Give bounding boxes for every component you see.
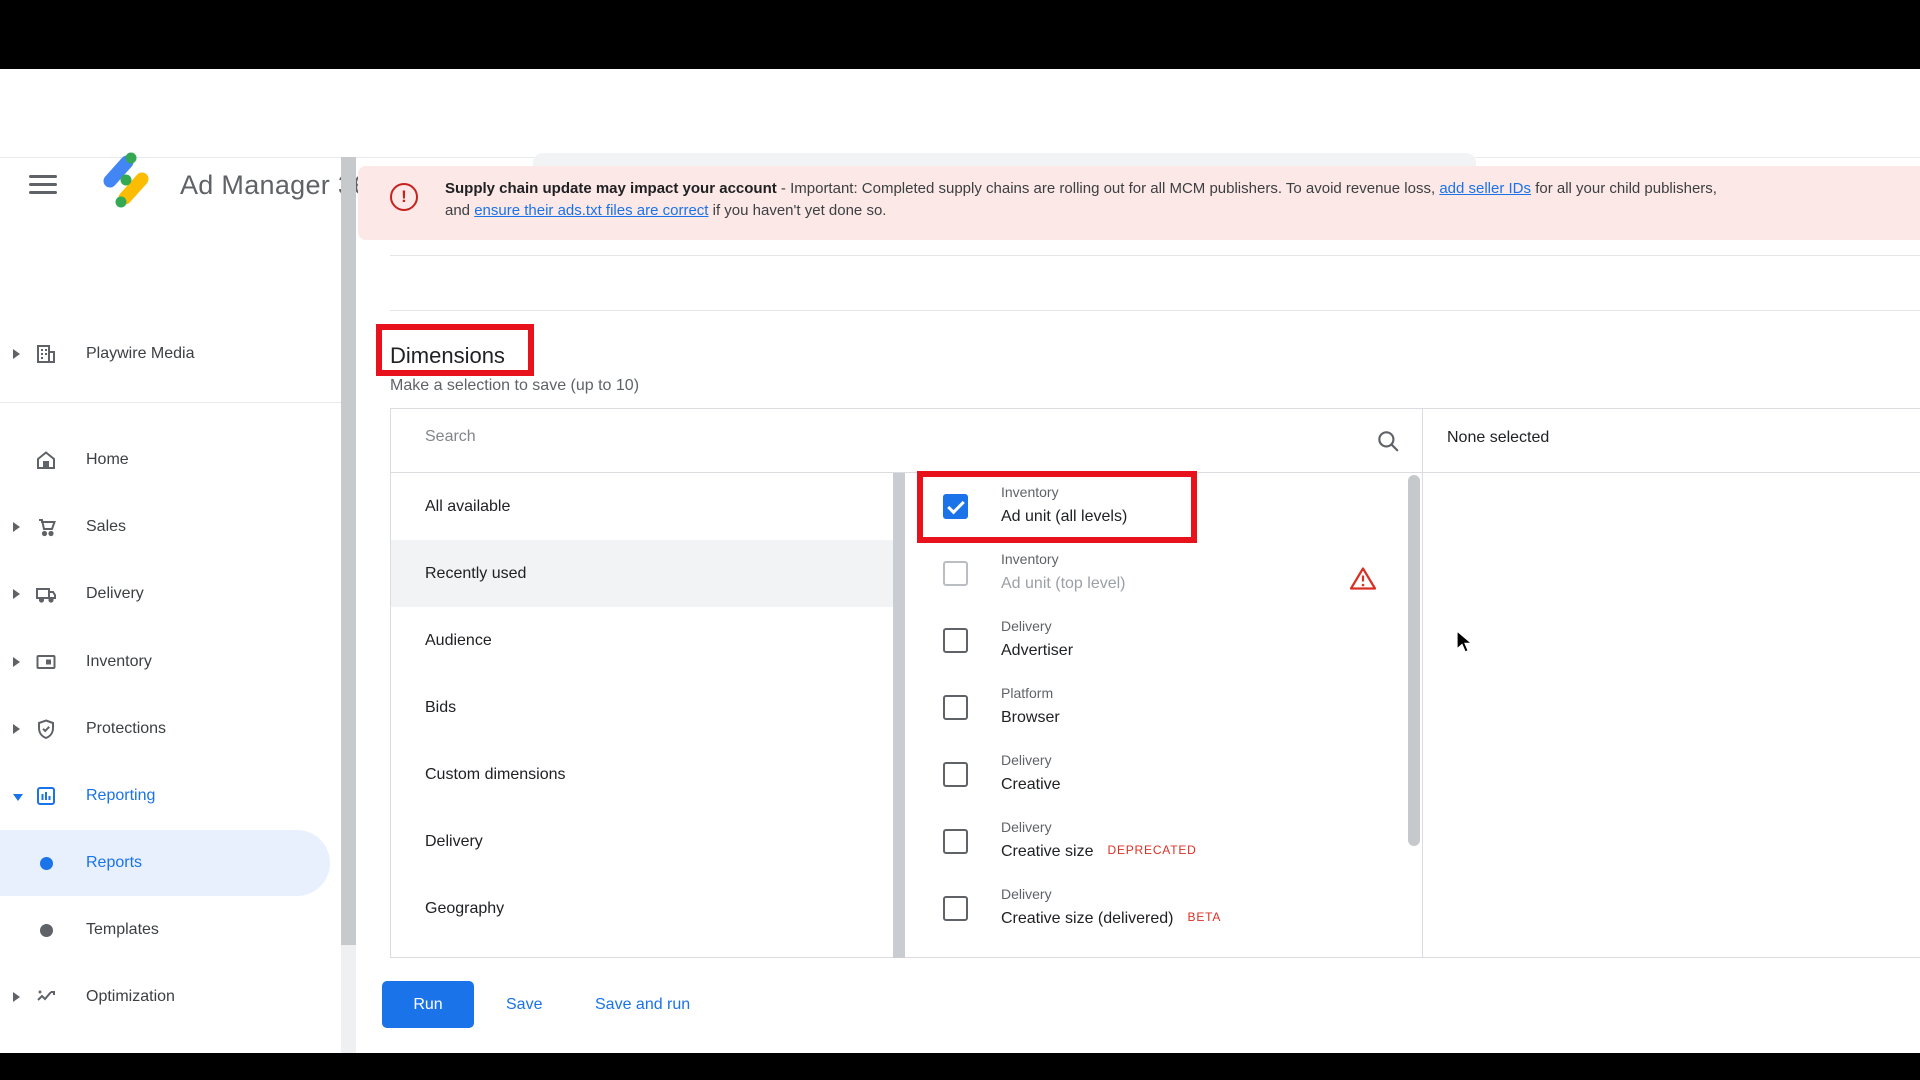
sidebar-item-delivery[interactable]: Delivery — [0, 566, 341, 622]
checkbox-icon[interactable] — [943, 561, 968, 586]
save-button[interactable]: Save — [506, 981, 542, 1028]
checkbox-icon[interactable] — [943, 762, 968, 787]
none-selected-label: None selected — [1447, 429, 1550, 446]
category-recently-used[interactable]: Recently used — [391, 540, 893, 607]
category-custom-dimensions[interactable]: Custom dimensions — [391, 741, 893, 808]
shield-check-icon — [34, 717, 58, 741]
checkbox-icon[interactable] — [943, 695, 968, 720]
deprecated-badge: DEPRECATED — [1107, 843, 1197, 857]
sidebar-item-protections[interactable]: Protections — [0, 701, 341, 757]
cart-icon — [34, 515, 58, 539]
sidebar-account-switcher[interactable]: Playwire Media — [0, 326, 341, 382]
letterbox-bottom — [0, 1053, 1920, 1080]
menu-icon[interactable] — [29, 175, 57, 195]
chevron-right-icon — [13, 657, 20, 667]
optimization-icon — [34, 985, 58, 1009]
category-delivery[interactable]: Delivery — [391, 808, 893, 875]
save-and-run-button[interactable]: Save and run — [595, 981, 690, 1028]
category-audience[interactable]: Audience — [391, 607, 893, 674]
home-icon — [34, 448, 58, 472]
sidebar-scrollbar-thumb[interactable] — [341, 157, 356, 945]
run-button[interactable]: Run — [382, 981, 474, 1028]
blue-dot-icon — [40, 856, 53, 870]
bar-chart-icon — [34, 784, 58, 808]
category-list-scrollbar[interactable] — [893, 473, 905, 958]
dimension-list-scrollbar[interactable] — [1408, 475, 1420, 846]
dimensions-search-input[interactable]: Search — [391, 409, 1422, 473]
search-icon — [1378, 431, 1399, 452]
checkbox-icon[interactable] — [943, 829, 968, 854]
beta-badge: BETA — [1187, 910, 1222, 924]
sidebar-item-home[interactable]: Home — [0, 432, 341, 488]
chevron-right-icon — [13, 992, 20, 1002]
ad-manager-logo-icon — [103, 152, 149, 208]
dimension-item-browser[interactable]: Platform Browser — [905, 674, 1408, 741]
sidebar-item-reporting[interactable]: Reporting — [0, 768, 341, 824]
dimension-item-advertiser[interactable]: Delivery Advertiser — [905, 607, 1408, 674]
dimensions-subtitle: Make a selection to save (up to 10) — [390, 377, 640, 394]
banner-line-2: and ensure their ads.txt files are corre… — [445, 202, 887, 219]
annotation-box-ad-unit-all-levels — [917, 471, 1197, 543]
dimension-item-ad-unit-top-level[interactable]: Inventory Ad unit (top level) — [905, 540, 1408, 607]
sidebar-item-sales[interactable]: Sales — [0, 499, 341, 555]
category-all-available[interactable]: All available — [391, 473, 893, 540]
dimension-item-creative-size-delivered[interactable]: Delivery Creative size (delivered) BETA — [905, 875, 1408, 942]
sidebar-item-inventory[interactable]: Inventory — [0, 634, 341, 690]
sidebar-divider — [0, 402, 341, 403]
category-geography[interactable]: Geography — [391, 875, 893, 942]
selected-dimensions-header: None selected — [1422, 409, 1920, 473]
sidebar-item-optimization[interactable]: Optimization — [0, 969, 341, 1025]
dimension-item-creative[interactable]: Delivery Creative — [905, 741, 1408, 808]
panel-divider — [1422, 409, 1423, 958]
chevron-right-icon — [13, 724, 20, 734]
chevron-down-icon — [13, 793, 23, 801]
letterbox-top — [0, 0, 1920, 69]
supply-chain-warning-banner: ! Supply chain update may impact your ac… — [358, 166, 1920, 240]
checkbox-icon[interactable] — [943, 628, 968, 653]
inventory-icon — [34, 650, 58, 674]
category-bids[interactable]: Bids — [391, 674, 893, 741]
truck-icon — [34, 582, 58, 606]
chevron-right-icon — [13, 589, 20, 599]
error-icon: ! — [390, 183, 418, 211]
account-name: Playwire Media — [86, 345, 195, 362]
checkbox-icon[interactable] — [943, 896, 968, 921]
add-seller-ids-link[interactable]: add seller IDs — [1439, 180, 1531, 197]
warning-triangle-icon — [1349, 567, 1377, 590]
section-divider — [390, 310, 1920, 311]
sidebar-item-templates[interactable]: Templates — [0, 902, 341, 958]
chevron-right-icon — [13, 349, 20, 359]
dimension-item-creative-size[interactable]: Delivery Creative size DEPRECATED — [905, 808, 1408, 875]
section-divider — [390, 255, 1920, 256]
app-header: Ad Manager 360 — [0, 69, 1920, 219]
mouse-cursor — [1456, 630, 1474, 653]
banner-line-1: Supply chain update may impact your acco… — [445, 180, 1717, 197]
ad-manager-window: Ad Manager 360 Playwire Media Home Sales… — [0, 0, 1920, 1080]
sidebar: Playwire Media Home Sales Delivery Inven… — [0, 157, 341, 1072]
gray-dot-icon — [40, 923, 53, 937]
chevron-right-icon — [13, 522, 20, 532]
building-icon — [34, 342, 58, 366]
annotation-box-dimensions — [376, 324, 534, 376]
dimensions-search-placeholder: Search — [425, 428, 476, 445]
ads-txt-link[interactable]: ensure their ads.txt files are correct — [474, 202, 708, 219]
sidebar-item-reports[interactable]: Reports — [0, 835, 341, 891]
